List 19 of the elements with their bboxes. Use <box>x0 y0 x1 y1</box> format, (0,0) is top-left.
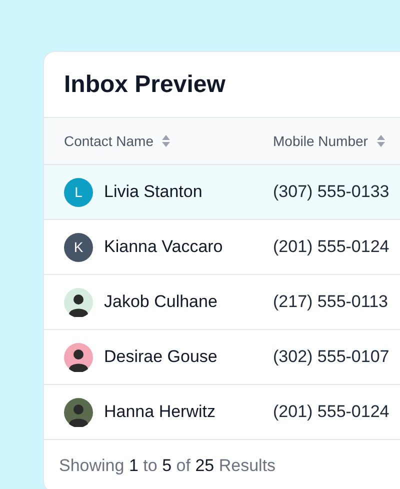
results-summary: Showing 1 to 5 of 25 Results <box>59 455 276 478</box>
column-header[interactable]: Mobile Number <box>273 130 368 152</box>
contact-name: Livia Stanton <box>104 181 202 204</box>
phone-number: (201) 555-0124 <box>273 401 390 424</box>
avatar: K <box>64 232 93 262</box>
contact-name: Hanna Herwitz <box>104 401 216 424</box>
table-row[interactable]: L Livia Stanton (307) 555-0133 <box>44 165 400 220</box>
sort-icon[interactable] <box>161 134 172 148</box>
phone-number: (217) 555-0113 <box>273 291 388 314</box>
column-header[interactable]: Contact Name <box>64 130 154 152</box>
card-title: Inbox Preview <box>64 70 226 100</box>
sort-icon[interactable] <box>376 134 386 148</box>
phone-number: (307) 555-0133 <box>273 181 390 204</box>
avatar: L <box>64 178 93 206</box>
contact-name: Kianna Vaccaro <box>104 236 223 258</box>
phone-number: (201) 555-0124 <box>273 236 390 258</box>
contact-name: Desirae Gouse <box>104 346 218 368</box>
contact-name: Jakob Culhane <box>104 291 218 314</box>
phone-number: (302) 555-0107 <box>273 346 390 368</box>
